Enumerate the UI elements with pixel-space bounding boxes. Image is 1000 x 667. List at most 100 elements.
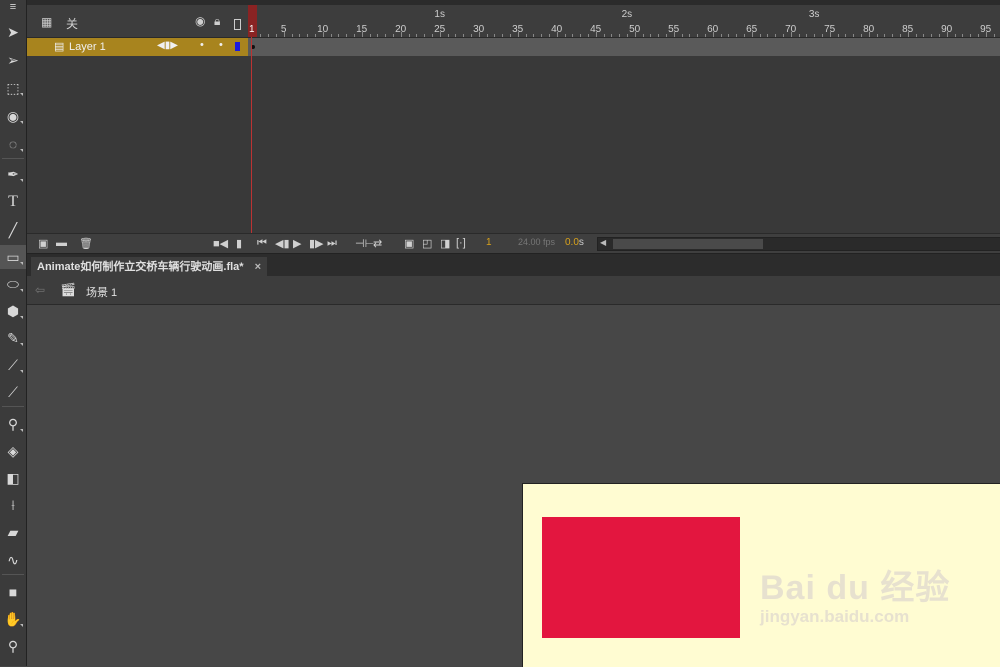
- hand-icon[interactable]: ✋: [0, 607, 26, 631]
- current-frame[interactable]: 1: [486, 237, 492, 248]
- ruler-frame-label: 15: [356, 24, 368, 35]
- ruler-tick: [626, 34, 628, 37]
- ruler-tick: [275, 34, 277, 37]
- ruler-frame-label: 30: [473, 24, 485, 35]
- play-icon[interactable]: ▶: [293, 237, 301, 250]
- modify-markers-icon[interactable]: [·]: [456, 237, 466, 249]
- timeline-scrollbar[interactable]: ◀: [597, 237, 1000, 251]
- panel-menu-icon[interactable]: ≡: [0, 0, 26, 14]
- ruler-tick: [346, 34, 348, 37]
- loop-icon[interactable]: ⇄: [373, 237, 382, 250]
- eyedropper-icon[interactable]: ⟊: [0, 493, 26, 517]
- lock-dot-icon[interactable]: •: [219, 39, 223, 51]
- playhead[interactable]: 1: [248, 5, 257, 233]
- lock-icon[interactable]: 🔒︎: [214, 14, 220, 29]
- rectangle-icon[interactable]: ▭: [0, 245, 26, 269]
- onion-skin-icon[interactable]: ▣: [404, 237, 414, 250]
- layer-icon: ▤: [54, 41, 65, 53]
- ruler-tick: [736, 34, 738, 37]
- ruler-tick: [767, 34, 769, 37]
- layer-name[interactable]: Layer 1: [69, 41, 106, 53]
- width-icon[interactable]: ∿: [0, 548, 26, 572]
- 3d-rotation-icon[interactable]: ◉: [0, 104, 26, 128]
- first-frame-icon[interactable]: ⏮: [257, 237, 267, 250]
- pencil-icon[interactable]: ✎: [0, 326, 26, 350]
- ruler-tick: [447, 34, 449, 37]
- layer-folder-icon[interactable]: ▦: [41, 15, 52, 29]
- ruler-tick: [759, 34, 761, 37]
- pen-icon[interactable]: ✒: [0, 162, 26, 186]
- scroll-left-icon[interactable]: ◀: [600, 238, 606, 247]
- layer-outline-color[interactable]: [235, 42, 240, 51]
- ruler-tick: [977, 34, 979, 37]
- layer-row[interactable]: ▤ Layer 1 ◀▮▶ • •: [27, 38, 248, 56]
- ruler-tick: [642, 34, 644, 37]
- polystar-icon[interactable]: ⬢: [0, 299, 26, 323]
- center-frame-icon[interactable]: ⊣⊢: [355, 237, 374, 250]
- ruler-tick: [385, 34, 387, 37]
- new-layer-icon[interactable]: ▣: [38, 237, 48, 250]
- ruler-tick: [845, 34, 847, 37]
- ruler-tick: [587, 34, 589, 37]
- ruler-tick: [782, 34, 784, 37]
- new-folder-icon[interactable]: ▬: [56, 237, 67, 249]
- layer-parenting-icon[interactable]: ▮: [236, 237, 242, 250]
- ruler-tick: [330, 34, 332, 37]
- red-rectangle-shape[interactable]: [542, 517, 740, 638]
- lasso-icon[interactable]: ◌: [0, 132, 26, 156]
- layer-keyframe-nav-icon[interactable]: ◀▮▶: [157, 40, 178, 51]
- camera-icon[interactable]: ■: [0, 580, 26, 604]
- timeline-controls: ▣ ▬ 🗑︎ ■◀ ▮ ⏮ ◀▮ ▶ ▮▶ ⏭ ⊣⊢ ⇄ ▣ ◰ ◨ [·] 1…: [27, 233, 1000, 254]
- ruler-tick: [392, 34, 394, 37]
- free-transform-icon[interactable]: ⬚: [0, 76, 26, 100]
- step-forward-icon[interactable]: ▮▶: [309, 237, 324, 250]
- layer-frames[interactable]: [248, 38, 1000, 56]
- show-hide-icon[interactable]: ◉: [195, 14, 205, 28]
- ruler-tick: [463, 34, 465, 37]
- line-icon[interactable]: ╱: [0, 218, 26, 242]
- ruler-tick: [502, 34, 504, 37]
- brush-icon[interactable]: ⟋: [0, 353, 26, 377]
- ruler-frame-label: 75: [824, 24, 836, 35]
- ruler-tick: [821, 34, 823, 37]
- visibility-dot-icon[interactable]: •: [200, 39, 204, 51]
- ruler-tick: [650, 34, 652, 37]
- paint-brush-icon[interactable]: ⟋: [0, 380, 26, 404]
- elapsed-time-value: 0.0: [565, 237, 579, 248]
- outline-icon[interactable]: [234, 19, 241, 30]
- step-back-icon[interactable]: ◀▮: [275, 237, 290, 250]
- elapsed-time[interactable]: 0.0s: [565, 237, 584, 248]
- selection-icon[interactable]: ➤: [0, 20, 26, 44]
- ruler-tick: [931, 34, 933, 37]
- ruler-tick: [314, 34, 316, 37]
- ruler-tick: [416, 34, 418, 37]
- ruler-tick: [806, 34, 808, 37]
- ruler-tick: [860, 34, 862, 37]
- eraser-icon[interactable]: ▰: [0, 520, 26, 544]
- edit-multiple-frames-icon[interactable]: ◨: [440, 237, 450, 250]
- ruler-tick: [853, 34, 855, 37]
- onion-outline-icon[interactable]: ◰: [422, 237, 432, 250]
- ink-bottle-icon[interactable]: ◧: [0, 466, 26, 490]
- oval-icon[interactable]: ⬭: [0, 272, 26, 296]
- paint-bucket-icon[interactable]: ◈: [0, 439, 26, 463]
- text-icon[interactable]: T: [0, 190, 26, 214]
- zoom-icon[interactable]: ⚲: [0, 634, 26, 658]
- ruler-tick: [993, 34, 995, 37]
- subselection-icon[interactable]: ➢: [0, 48, 26, 72]
- delete-layer-icon[interactable]: 🗑︎: [79, 237, 93, 250]
- close-tab-icon[interactable]: ×: [255, 261, 261, 273]
- camera-layer-icon[interactable]: ■◀: [213, 237, 228, 250]
- ruler-frame-label: 55: [668, 24, 680, 35]
- last-frame-icon[interactable]: ⏭: [327, 237, 337, 250]
- timeline-ruler[interactable]: 151015202530354045505560657075808590951s…: [248, 5, 1000, 38]
- document-tab[interactable]: Animate如何制作立交桥车辆行驶动画.fla* ×: [31, 257, 268, 277]
- back-arrow-icon[interactable]: ⇦: [35, 283, 45, 297]
- ruler-frame-label: 65: [746, 24, 758, 35]
- scroll-thumb[interactable]: [613, 239, 763, 249]
- scene-label[interactable]: 场景 1: [86, 284, 117, 300]
- ruler-tick: [377, 34, 379, 37]
- ruler-tick: [564, 34, 566, 37]
- bone-icon[interactable]: ⚲: [0, 412, 26, 436]
- frame-rate[interactable]: 24.00 fps: [518, 237, 555, 247]
